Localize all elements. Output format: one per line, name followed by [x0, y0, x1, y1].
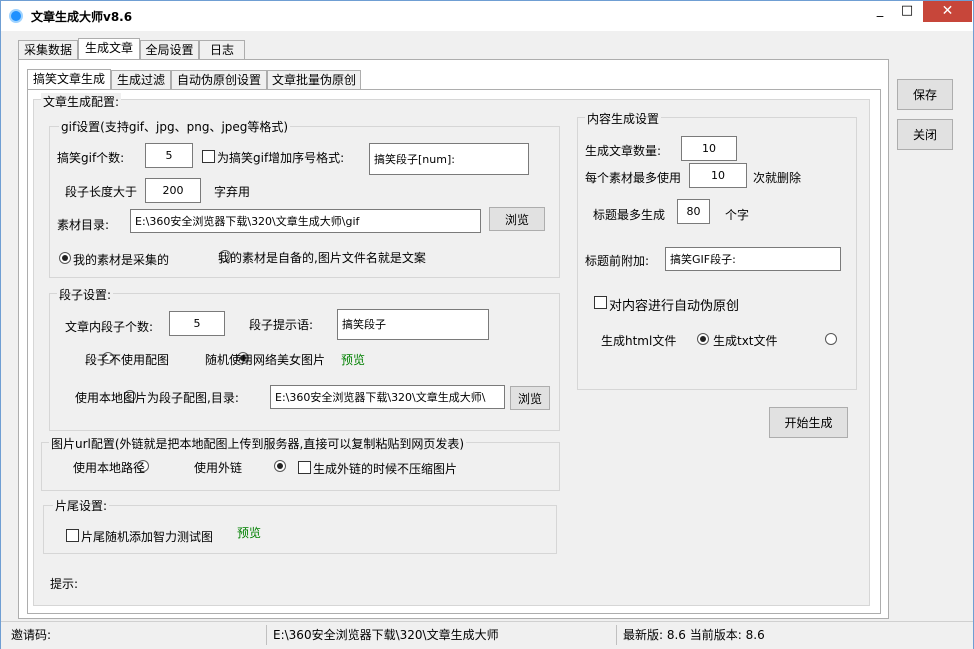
status-separator — [266, 625, 267, 645]
status-path: E:\360安全浏览器下载\320\文章生成大师 — [273, 628, 499, 642]
auto-rewrite-label: 对内容进行自动伪原创 — [609, 299, 740, 314]
radio-url-external-label: 使用外链 — [194, 461, 243, 475]
title-max-suffix: 个字 — [725, 208, 750, 222]
status-bar: 邀请码: E:\360安全浏览器下载\320\文章生成大师 最新版: 8.6 当… — [1, 621, 973, 649]
subtab-batch-rewrite[interactable]: 文章批量伪原创 — [267, 70, 361, 90]
length-suffix: 字弃用 — [214, 185, 251, 199]
joke-local-dir-input[interactable]: E:\360安全浏览器下载\320\文章生成大师\ — [270, 385, 505, 409]
url-settings-title: 图片url配置(外链就是把本地配图上传到服务器,直接可以复制粘贴到网页发表) — [49, 435, 467, 452]
radio-url-local-label: 使用本地路径 — [73, 461, 146, 475]
radio-gen-html-label: 生成html文件 — [601, 334, 677, 348]
subtab-funny-article[interactable]: 搞笑文章生成 — [27, 69, 111, 90]
radio-own-label: 我的素材是自备的,图片文件名就是文案 — [218, 251, 426, 265]
subtab-filter[interactable]: 生成过滤 — [111, 70, 171, 90]
gif-count-input[interactable]: 5 — [145, 143, 193, 168]
title-max-label: 标题最多生成 — [593, 208, 666, 222]
gif-seq-format-input[interactable]: 搞笑段子[num]: — [369, 143, 529, 175]
tail-settings-title: 片尾设置: — [53, 497, 110, 514]
gif-seq-label: 为搞笑gif增加序号格式: — [217, 151, 345, 165]
tail-iq-test-label: 片尾随机添加智力测试图 — [81, 530, 214, 544]
start-generate-button[interactable]: 开始生成 — [769, 407, 848, 438]
save-button[interactable]: 保存 — [897, 79, 953, 110]
status-separator — [616, 625, 617, 645]
joke-preview-link[interactable]: 预览 — [341, 351, 365, 368]
title-prefix-label: 标题前附加: — [585, 254, 650, 268]
tab-collect[interactable]: 采集数据 — [18, 40, 78, 60]
tail-iq-test-checkbox[interactable] — [66, 529, 79, 542]
minimize-button[interactable]: _ — [867, 1, 893, 23]
joke-hint-input[interactable]: 搞笑段子 — [337, 309, 489, 340]
no-compress-label: 生成外链的时候不压缩图片 — [313, 462, 458, 476]
close-window-button[interactable]: ✕ — [923, 1, 972, 22]
material-browse-button[interactable]: 浏览 — [489, 207, 545, 231]
radio-gen-html[interactable] — [696, 333, 709, 345]
radio-joke-no-image-label: 段子不使用配图 — [85, 353, 170, 367]
content-settings-title: 内容生成设置 — [585, 110, 662, 127]
title-bar: 文章生成大师v8.6 _ □ ✕ — [1, 1, 973, 31]
gif-seq-checkbox[interactable] — [202, 150, 215, 163]
tip-label: 提示: — [50, 577, 79, 591]
title-max-input[interactable]: 80 — [677, 199, 710, 224]
radio-gen-txt[interactable] — [824, 333, 837, 345]
maximize-button[interactable]: □ — [894, 1, 920, 23]
tab-global-settings[interactable]: 全局设置 — [140, 40, 199, 60]
radio-joke-web-image-label: 随机使用网络美女图片 — [205, 353, 326, 367]
length-label: 段子长度大于 — [65, 185, 138, 199]
gif-count-label: 搞笑gif个数: — [57, 151, 125, 165]
window-title: 文章生成大师v8.6 — [31, 10, 133, 24]
joke-settings-title: 段子设置: — [57, 286, 114, 303]
max-use-input[interactable]: 10 — [689, 163, 747, 188]
tab-generate[interactable]: 生成文章 — [78, 38, 140, 60]
length-input[interactable]: 200 — [145, 178, 201, 203]
app-logo-icon — [9, 9, 23, 23]
radio-gen-txt-label: 生成txt文件 — [713, 334, 778, 348]
radio-joke-local-label: 使用本地图片为段子配图,目录: — [75, 391, 239, 405]
material-dir-label: 素材目录: — [57, 218, 110, 232]
invite-code-label: 邀请码: — [11, 628, 52, 642]
article-count-label: 生成文章数量: — [585, 144, 662, 158]
joke-hint-label: 段子提示语: — [249, 318, 314, 332]
radio-collected-label: 我的素材是采集的 — [73, 253, 170, 267]
max-use-label: 每个素材最多使用 — [585, 171, 682, 185]
article-count-input[interactable]: 10 — [681, 136, 737, 161]
subtab-auto-rewrite[interactable]: 自动伪原创设置 — [171, 70, 267, 90]
no-compress-checkbox[interactable] — [298, 461, 311, 474]
joke-browse-button[interactable]: 浏览 — [510, 386, 550, 410]
close-button[interactable]: 关闭 — [897, 119, 953, 150]
title-prefix-input[interactable]: 搞笑GIF段子: — [665, 247, 841, 271]
max-use-suffix: 次就删除 — [753, 171, 802, 185]
tail-preview-link[interactable]: 预览 — [237, 524, 261, 541]
joke-count-label: 文章内段子个数: — [65, 320, 154, 334]
config-title: 文章生成配置: — [41, 93, 122, 110]
app-window: 文章生成大师v8.6 _ □ ✕ 采集数据 生成文章 全局设置 日志 搞笑文章生… — [0, 0, 974, 649]
auto-rewrite-checkbox[interactable] — [594, 296, 607, 309]
status-version: 最新版: 8.6 当前版本: 8.6 — [623, 628, 765, 642]
material-dir-input[interactable]: E:\360安全浏览器下载\320\文章生成大师\gif — [130, 209, 481, 233]
radio-url-external[interactable] — [273, 460, 286, 472]
joke-count-input[interactable]: 5 — [169, 311, 225, 336]
tab-log[interactable]: 日志 — [199, 40, 245, 60]
radio-collected-material[interactable] — [59, 252, 71, 264]
gif-settings-title: gif设置(支持gif、jpg、png、jpeg等格式) — [59, 118, 291, 135]
